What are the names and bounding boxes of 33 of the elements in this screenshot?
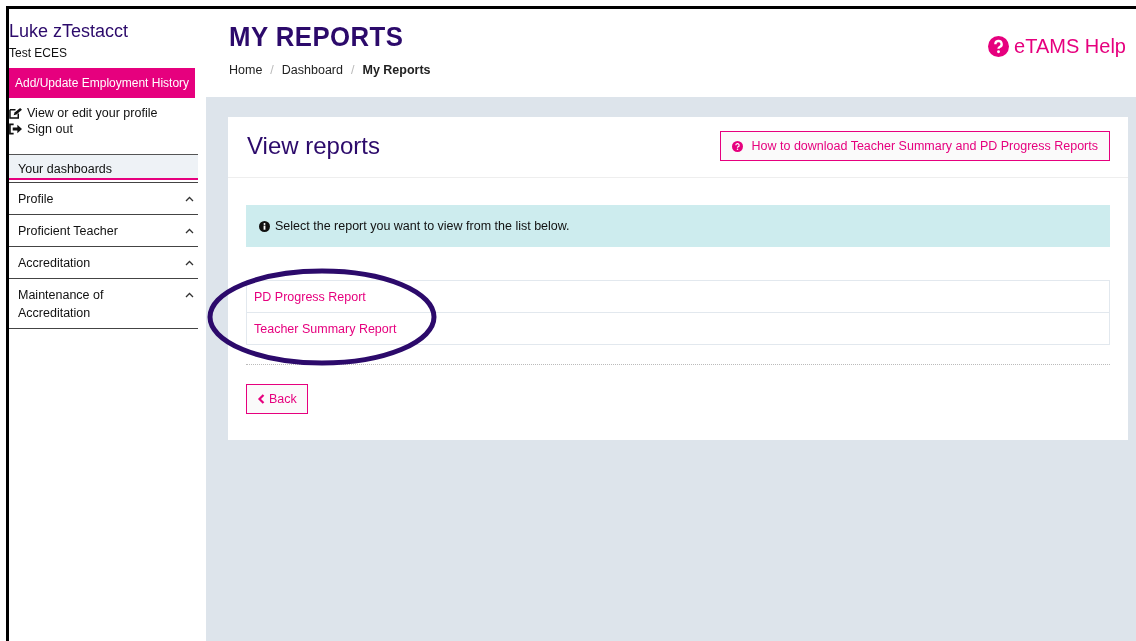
user-name: Luke zTestacct: [9, 21, 130, 42]
breadcrumb-link[interactable]: Dashboard: [281, 63, 343, 77]
nav-item[interactable]: Proficient Teacher: [9, 214, 198, 247]
card-title: View reports: [247, 132, 380, 160]
info-icon: [259, 220, 270, 232]
edit-icon: [9, 107, 22, 119]
caret-icon: [185, 228, 194, 234]
help-icon: [731, 140, 743, 152]
nav-item[interactable]: Accreditation: [9, 246, 198, 279]
info-text: Select the report you want to view from the list below.: [275, 219, 570, 233]
help-icon: [988, 36, 1010, 57]
caret-icon: [185, 292, 194, 298]
profile-link[interactable]: Sign out: [9, 122, 206, 136]
nav-item[interactable]: Profile: [9, 182, 198, 215]
caret-icon: [185, 196, 194, 202]
employment-history-button[interactable]: Add/Update Employment History: [9, 68, 196, 98]
caret-icon: [185, 260, 194, 266]
breadcrumb-link[interactable]: Home: [229, 63, 263, 77]
page-title: MY REPORTS: [229, 21, 405, 53]
download-help-button[interactable]: How to download Teacher Summary and PD Progress Reports: [719, 131, 1110, 161]
chevron-left-icon: [257, 394, 265, 404]
nav-item[interactable]: Maintenance of Accreditation: [9, 278, 198, 329]
report-link[interactable]: Teacher Summary Report: [247, 312, 1109, 344]
breadcrumb-separator: /: [270, 63, 274, 77]
dashboards-link[interactable]: Your dashboards: [9, 155, 198, 180]
sign-out-icon: [9, 123, 22, 135]
report-link[interactable]: PD Progress Report: [247, 281, 1109, 312]
user-role: Test ECES: [9, 46, 69, 60]
breadcrumb-link[interactable]: My Reports: [362, 63, 431, 77]
help-link[interactable]: eTAMS Help: [988, 35, 1126, 58]
back-button[interactable]: Back: [246, 384, 308, 414]
breadcrumb-separator: /: [351, 63, 355, 77]
profile-link[interactable]: View or edit your profile: [9, 106, 206, 120]
